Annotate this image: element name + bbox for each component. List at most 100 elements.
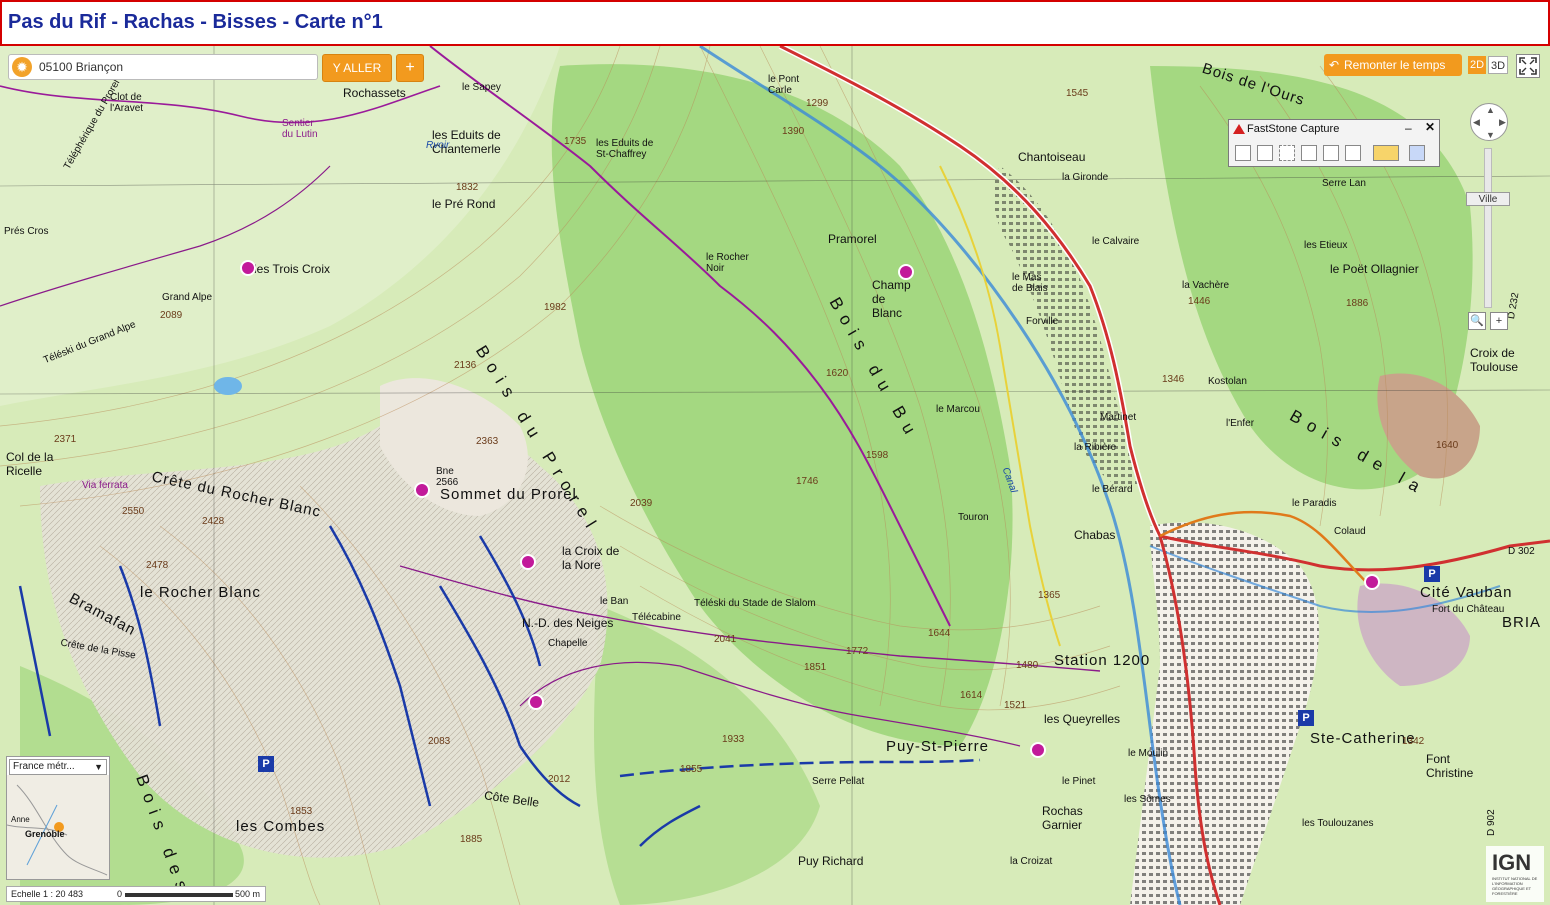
summit-poi-marker[interactable] (414, 482, 430, 498)
place-label: le Bérard (1092, 484, 1133, 495)
map-canvas[interactable]: Rochassets le Sapey les Eduits de Chante… (0, 46, 1550, 905)
place-label: la Croizat (1010, 856, 1053, 867)
capture-scrolling-icon[interactable] (1345, 145, 1361, 161)
viewpoint-poi-marker[interactable] (898, 264, 914, 280)
water-label: Rvoir (426, 140, 450, 151)
place-label: Station 1200 (1054, 652, 1151, 669)
pan-down-icon[interactable]: ▼ (1486, 130, 1495, 140)
spot-height: 1521 (1004, 700, 1027, 711)
place-label: Fort du Château (1432, 604, 1505, 615)
spot-height: 1832 (456, 182, 479, 193)
parking-icon[interactable]: P (1298, 710, 1314, 726)
minimap-label: Grenoble (25, 829, 65, 839)
zoom-out-icon[interactable]: 🔍 (1468, 312, 1486, 330)
place-label: Croix de Toulouse (1470, 346, 1519, 374)
go-back-in-time-label: Remonter le temps (1344, 58, 1446, 72)
undo-arrow-icon: ↶ (1328, 58, 1340, 72)
place-label: Martinet (1100, 412, 1137, 423)
search-bar: ✹ (8, 54, 318, 80)
mode-3d-button[interactable]: 3D (1488, 56, 1508, 74)
spot-height: 2363 (476, 436, 499, 447)
place-label: Bne 2566 (436, 466, 459, 488)
faststone-capture-window[interactable]: FastStone Capture – ✕ (1228, 119, 1440, 167)
capture-rectangle-icon[interactable] (1279, 145, 1295, 161)
monument-poi-marker[interactable] (1364, 574, 1380, 590)
zoom-slider[interactable] (1484, 148, 1492, 308)
pan-control[interactable]: ▲ ▼ ◀ ▶ (1470, 103, 1508, 141)
minimap-canvas (7, 775, 109, 879)
place-label: Chantoiseau (1018, 150, 1086, 164)
spot-height: 2136 (454, 360, 477, 371)
spot-height: 2428 (202, 516, 225, 527)
parking-icon[interactable]: P (258, 756, 274, 772)
capture-window-icon[interactable] (1235, 145, 1251, 161)
place-label: Prés Cros (4, 226, 49, 237)
overview-minimap[interactable]: France métr... ▼ Anne Grenoble (6, 756, 110, 880)
place-label: Téléski du Stade de Slalom (694, 598, 816, 609)
place-label: les Trois Croix (254, 262, 331, 276)
pan-up-icon[interactable]: ▲ (1486, 105, 1495, 115)
place-label: les Etieux (1304, 240, 1348, 251)
place-label: Champ de Blanc (872, 278, 911, 320)
place-label: Colaud (1334, 526, 1366, 537)
place-label: Touron (958, 512, 989, 523)
place-label: N.-D. des Neiges (522, 616, 614, 630)
place-label: le Moulin (1128, 748, 1169, 759)
place-label: Col de la Ricelle (6, 450, 54, 478)
road-label: D 302 (1508, 546, 1535, 557)
viewpoint-poi-marker[interactable] (520, 554, 536, 570)
mode-2d-button[interactable]: 2D (1468, 56, 1486, 74)
scale-end: 500 m (235, 889, 261, 899)
close-button[interactable]: ✕ (1425, 120, 1435, 134)
place-label: Forville (1026, 316, 1059, 327)
output-options-icon[interactable] (1373, 145, 1399, 161)
spot-height: 1640 (1436, 440, 1459, 451)
search-input[interactable] (37, 57, 317, 77)
fullscreen-button[interactable] (1516, 54, 1540, 78)
faststone-logo-icon (1233, 124, 1245, 134)
spot-height: 1342 (1402, 736, 1425, 747)
spot-height: 1365 (1038, 590, 1061, 601)
lake (214, 377, 242, 395)
page-title: Pas du Rif - Rachas - Bisses - Carte n°1 (8, 11, 383, 33)
place-label: Chabas (1074, 528, 1116, 542)
locate-icon[interactable]: ✹ (12, 57, 32, 77)
spot-height: 2478 (146, 560, 169, 571)
spot-height: 1735 (564, 136, 587, 147)
zoom-level-label: Ville (1466, 192, 1510, 206)
capture-freehand-icon[interactable] (1301, 145, 1317, 161)
place-label: les Combes (236, 818, 326, 835)
spot-height: 1644 (928, 628, 951, 639)
spot-height: 1598 (866, 450, 889, 461)
territory-select[interactable]: France métr... ▼ (9, 759, 107, 775)
capture-fullscreen-icon[interactable] (1323, 145, 1339, 161)
chevron-down-icon: ▼ (94, 762, 103, 772)
fullscreen-icon (1519, 57, 1537, 75)
viewpoint-poi-marker[interactable] (1030, 742, 1046, 758)
spot-height: 1346 (1162, 374, 1185, 385)
spot-height: 1446 (1188, 296, 1211, 307)
pan-left-icon[interactable]: ◀ (1473, 117, 1480, 128)
place-label: les Toulouzanes (1302, 818, 1374, 829)
viewpoint-poi-marker[interactable] (528, 694, 544, 710)
go-back-in-time-button[interactable]: ↶ Remonter le temps (1324, 54, 1462, 76)
cross-poi-marker[interactable] (240, 260, 256, 276)
spot-height: 1982 (544, 302, 567, 313)
spot-height: 2371 (54, 434, 77, 445)
go-button[interactable]: Y ALLER (322, 54, 392, 82)
settings-icon[interactable] (1409, 145, 1425, 161)
place-label: le Pinet (1062, 776, 1096, 787)
spot-height: 1853 (290, 806, 313, 817)
place-label: le Pré Rond (432, 197, 496, 211)
scale-start: 0 (117, 889, 123, 899)
place-label: Ste-Catherine (1310, 730, 1416, 747)
parking-icon[interactable]: P (1424, 566, 1440, 582)
zoom-in-icon[interactable]: + (1490, 312, 1508, 330)
minimize-button[interactable]: – (1405, 121, 1412, 135)
place-label: Font Christine (1426, 752, 1474, 780)
capture-object-icon[interactable] (1257, 145, 1273, 161)
add-button[interactable]: + (396, 54, 424, 82)
place-label: la Ribière (1074, 442, 1117, 453)
pan-right-icon[interactable]: ▶ (1499, 117, 1506, 128)
place-label: le Rocher Noir (706, 252, 749, 274)
